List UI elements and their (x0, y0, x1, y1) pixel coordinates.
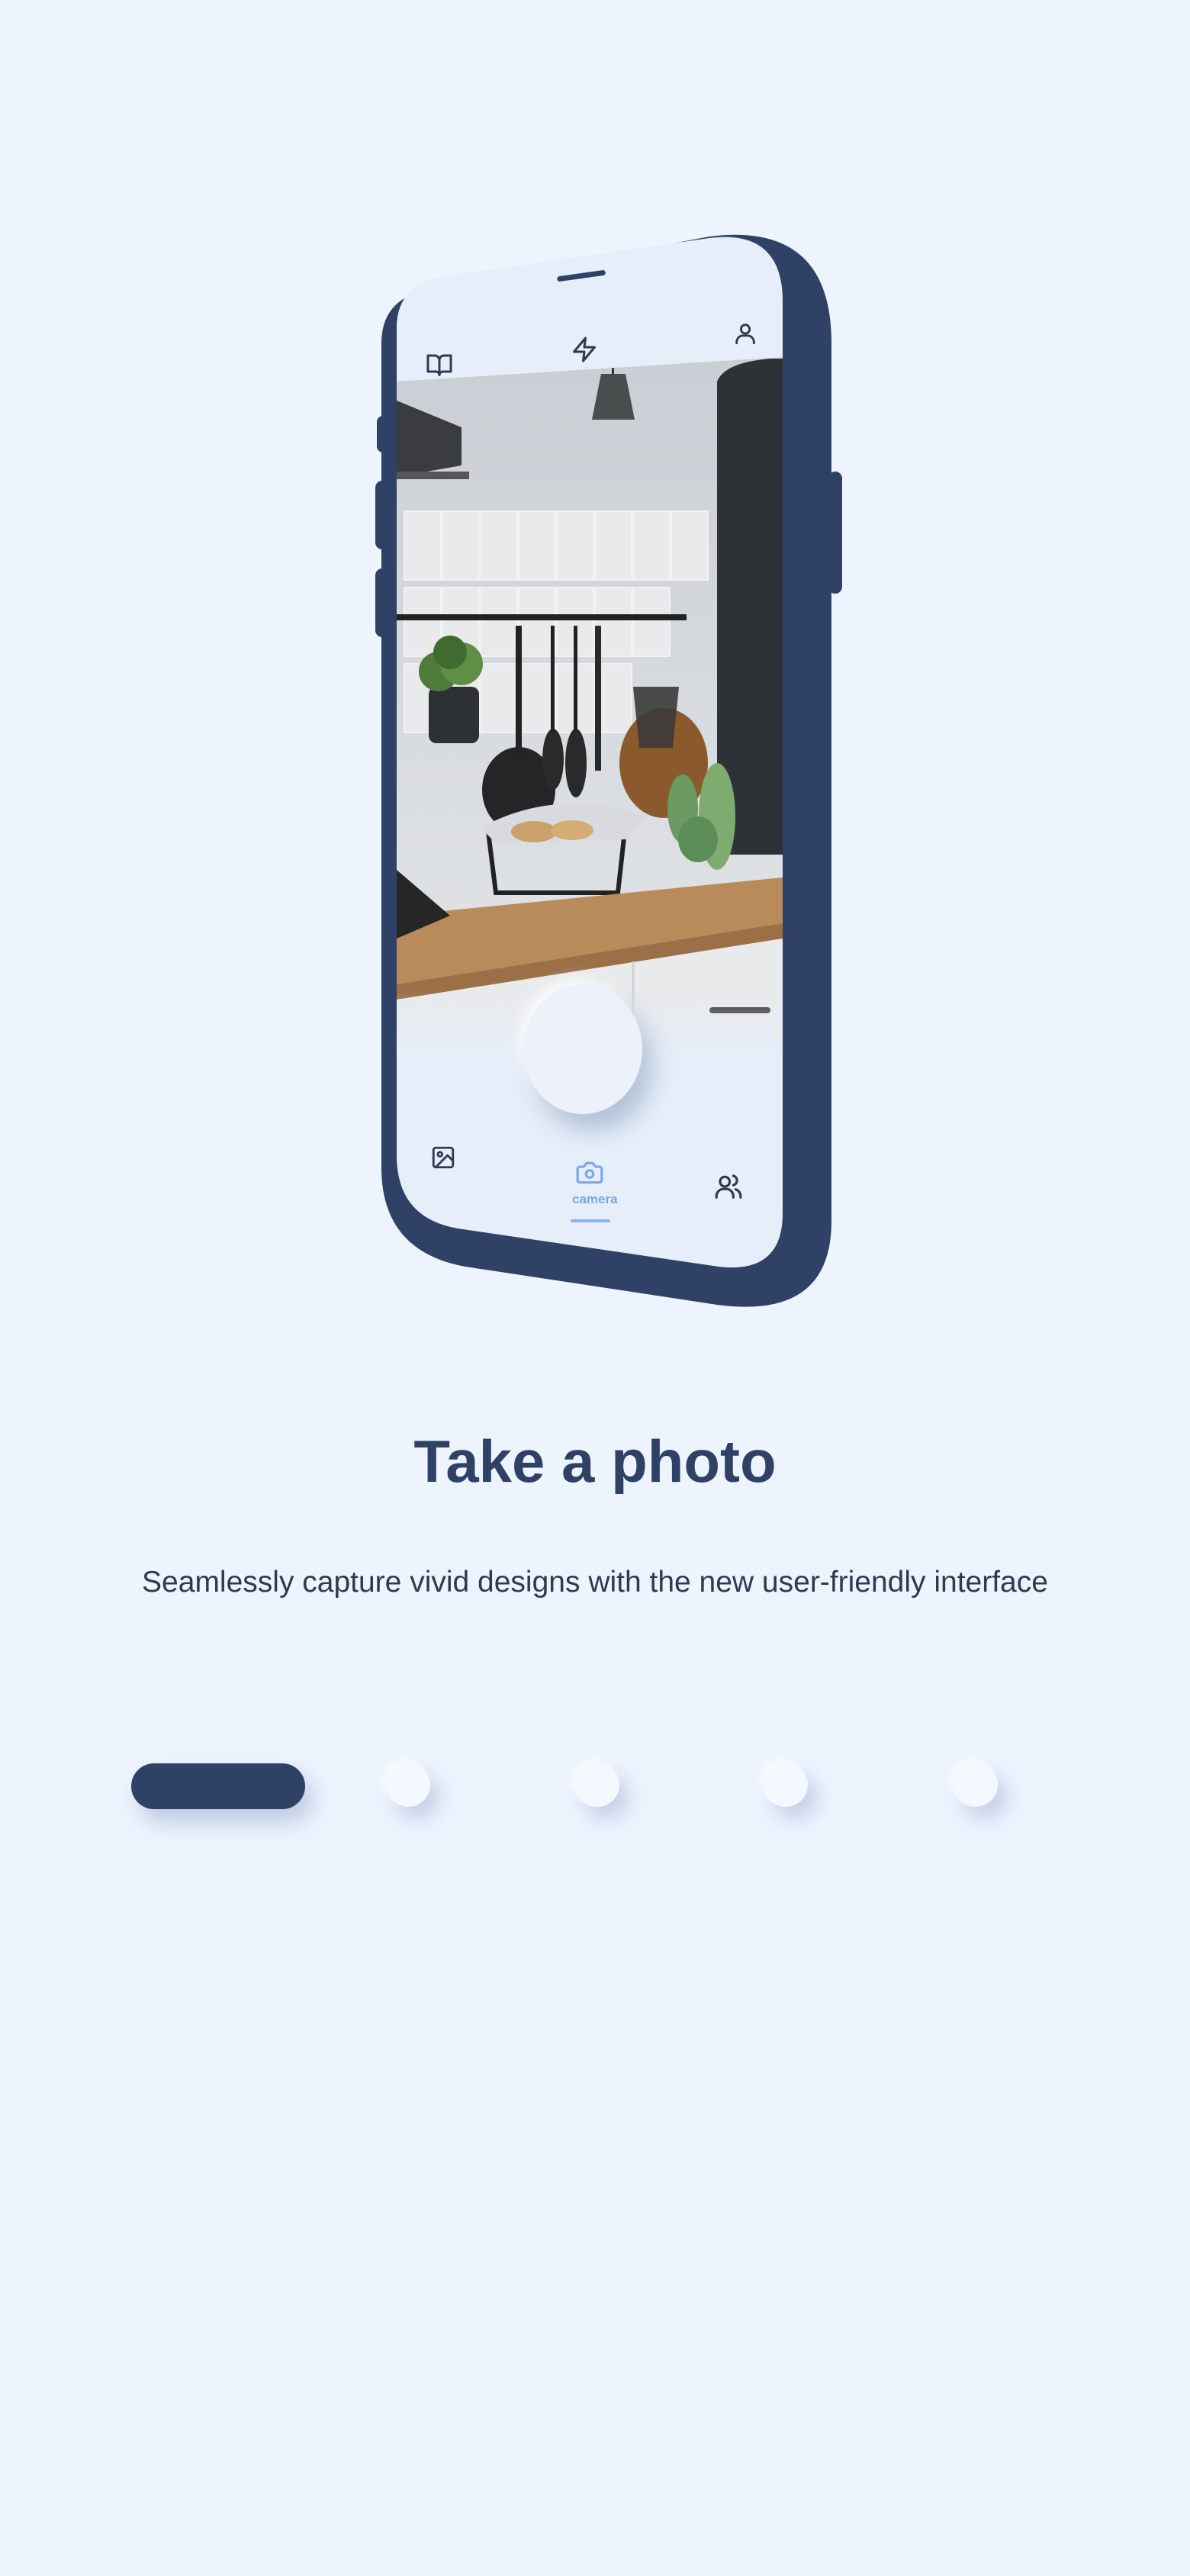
book-open-icon[interactable] (426, 351, 453, 378)
page-indicator-dot[interactable] (764, 1763, 808, 1807)
page-subtitle: Seamlessly capture vivid designs with th… (142, 1566, 1048, 1599)
phone-mockup: camera (374, 229, 847, 1312)
page-indicator-dot[interactable] (575, 1763, 619, 1807)
nav-gallery[interactable] (430, 1145, 458, 1172)
flash-icon[interactable] (571, 336, 598, 363)
nav-camera[interactable]: camera (561, 1158, 622, 1222)
user-icon[interactable] (732, 320, 758, 346)
users-icon (715, 1174, 742, 1199)
page-indicator-active[interactable] (131, 1763, 305, 1809)
page-indicator-dot[interactable] (386, 1763, 430, 1807)
kitchen-photo (397, 343, 783, 1061)
page-indicator-dot[interactable] (954, 1763, 998, 1807)
shutter-button[interactable] (523, 984, 642, 1114)
camera-icon (576, 1161, 603, 1184)
image-icon (432, 1146, 455, 1169)
nav-camera-label: camera (572, 1192, 618, 1206)
onboarding-screen: camera Take a photo Seamlessly capture v… (0, 0, 1190, 2576)
page-title: Take a photo (413, 1428, 777, 1495)
nav-people[interactable] (714, 1172, 745, 1203)
nav-active-indicator (571, 1219, 610, 1222)
